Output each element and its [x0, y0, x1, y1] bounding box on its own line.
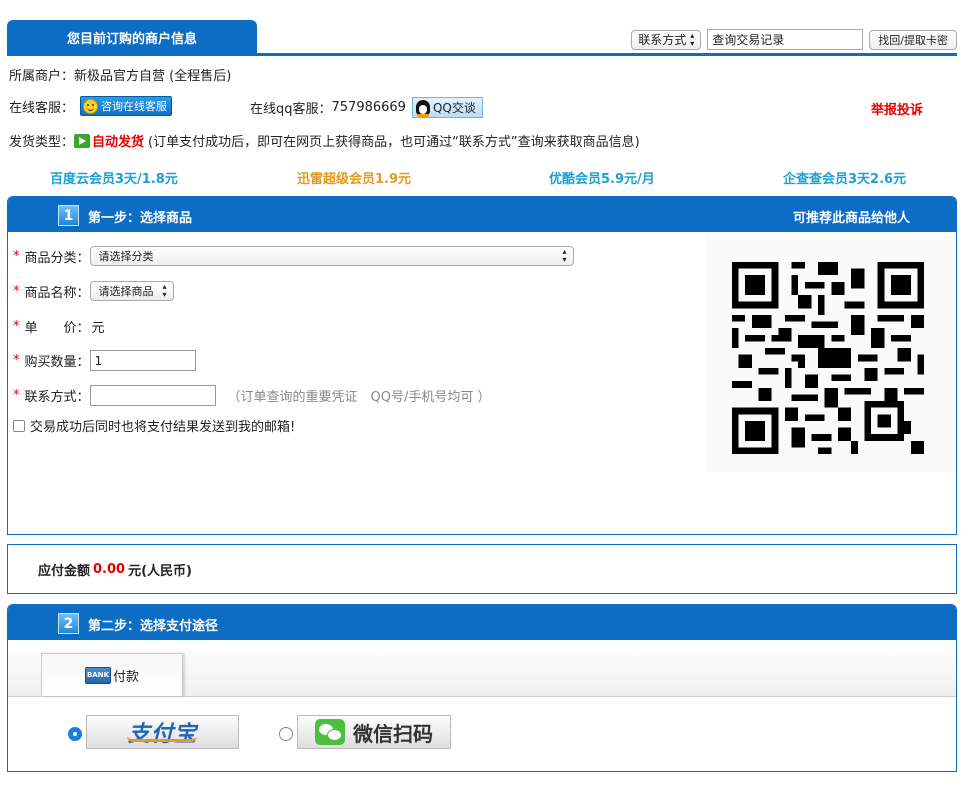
step1-header: 1 第一步：选择商品 可推荐此商品给他人 [8, 197, 956, 232]
bank-card-icon: BANK [84, 666, 111, 684]
qq-service-row: 在线qq客服： 757986669 QQ交谈 [250, 97, 483, 118]
merchant-info-tab: 您目前订购的商户信息 [7, 20, 257, 55]
promo-link-xunlei[interactable]: 迅雷超级会员1.9元 [297, 168, 411, 187]
step2-header: 2 第二步：选择支付途径 [8, 605, 956, 640]
select-arrows-icon: ▴ ▾ [562, 247, 567, 264]
quantity-input[interactable]: 1 [89, 350, 196, 371]
product-select[interactable]: 请选择商品 ▴ ▾ [89, 281, 174, 301]
amount-value: 0.00 [93, 561, 126, 577]
select-arrows-icon: ▴ ▾ [162, 282, 167, 299]
retrieve-card-button[interactable]: 找回/提取卡密 [869, 29, 957, 50]
report-complaint-link[interactable]: 举报投诉 [871, 99, 923, 118]
merchant-name: 新极品官方自营 (全程售后) [74, 69, 232, 84]
step2-panel: 2 第二步：选择支付途径 BANK 付款 支付宝 微信扫码 [7, 604, 957, 772]
contact-hint: （订单查询的重要凭证 QQ号/手机号均可 ） [227, 390, 491, 405]
category-row: * 商品分类： 请选择分类 ▴ ▾ [13, 246, 574, 266]
email-option-row: 交易成功后同时也将支付结果发送到我的邮箱! [13, 416, 295, 435]
tab-payment[interactable]: BANK 付款 [41, 653, 183, 696]
alipay-radio[interactable] [68, 727, 82, 741]
product-row: * 商品名称： 请选择商品 ▴ ▾ [13, 281, 174, 301]
wechat-icon [315, 719, 345, 745]
top-controls: 联系方式 ▴ ▾ 查询交易记录 找回/提取卡密 [631, 29, 957, 50]
contact-method-select[interactable]: 联系方式 ▴ ▾ [631, 29, 702, 50]
delivery-note: (订单支付成功后，即可在网页上获得商品，也可通过“联系方式”查询来获取商品信息) [148, 135, 640, 150]
wechat-pay-button[interactable]: 微信扫码 [297, 715, 451, 749]
alipay-button[interactable]: 支付宝 [86, 715, 239, 749]
qq-penguin-icon [415, 99, 430, 117]
step1-badge: 1 [58, 205, 79, 226]
promo-link-youku[interactable]: 优酷会员5.9元/月 [549, 168, 655, 187]
step1-title: 第一步：选择商品 [88, 211, 193, 226]
alipay-logo: 支付宝 [127, 721, 197, 747]
recommend-link[interactable]: 可推荐此商品给他人 [793, 207, 910, 226]
amount-box: 应付金额 0.00 元(人民币) [7, 544, 957, 594]
smiley-icon [83, 98, 99, 114]
payment-tabs: BANK 付款 [8, 641, 956, 697]
step2-title: 第二步：选择支付途径 [88, 619, 219, 634]
price-row: * 单 价： 元 [13, 319, 105, 336]
query-input[interactable]: 查询交易记录 [707, 29, 864, 50]
delivery-type: 自动发货 [92, 135, 145, 150]
email-checkbox[interactable] [13, 419, 25, 432]
quantity-row: * 购买数量： 1 [13, 350, 196, 371]
wechat-radio[interactable] [279, 727, 293, 741]
qq-chat-button[interactable]: QQ交谈 [411, 97, 483, 118]
service-row: 在线客服： 咨询在线客服 [9, 96, 173, 116]
auto-delivery-icon [74, 133, 91, 148]
delivery-row: 发货类型： 自动发货 (订单支付成功后，即可在网页上获得商品，也可通过“联系方式… [9, 131, 640, 150]
online-service-button[interactable]: 咨询在线客服 [80, 96, 173, 116]
category-select[interactable]: 请选择分类 ▴ ▾ [89, 246, 574, 266]
promo-link-qichacha[interactable]: 企查查会员3天2.6元 [783, 168, 906, 187]
qq-number: 757986669 [331, 100, 406, 115]
contact-input[interactable] [89, 385, 216, 406]
select-arrows-icon: ▴ ▾ [690, 30, 695, 48]
qr-code [732, 262, 924, 454]
step2-badge: 2 [58, 613, 79, 634]
promo-link-baidu[interactable]: 百度云会员3天/1.8元 [50, 168, 178, 187]
header-divider [7, 53, 957, 56]
price-value: 元 [91, 321, 105, 336]
merchant-row: 所属商户： 新极品官方自营 (全程售后) [9, 65, 231, 84]
contact-row: * 联系方式： （订单查询的重要凭证 QQ号/手机号均可 ） [13, 385, 491, 406]
